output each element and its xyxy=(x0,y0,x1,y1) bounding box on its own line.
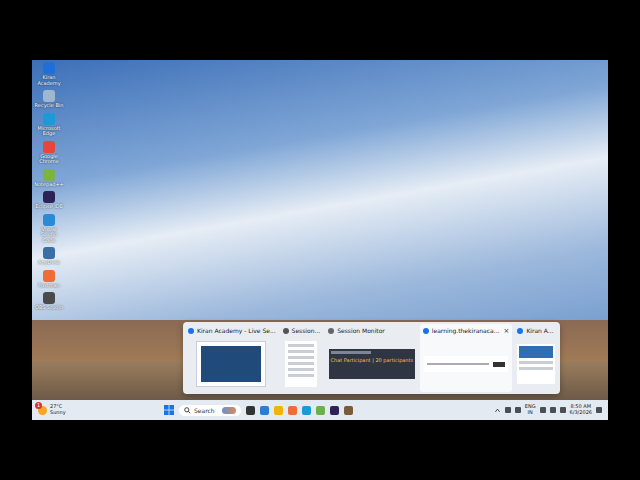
desktop-icon[interactable]: Google Chrome xyxy=(34,141,64,165)
volume-icon[interactable] xyxy=(550,407,556,413)
window-preview xyxy=(423,338,510,390)
taskbar-app-icon[interactable] xyxy=(274,406,283,415)
windows-start-icon[interactable] xyxy=(164,405,174,415)
window-thumbnail[interactable]: Session... xyxy=(280,324,324,392)
clock[interactable]: 8:50 AM6/3/2026 xyxy=(570,404,592,416)
app-icon xyxy=(43,169,55,181)
letterbox-bottom xyxy=(0,420,640,480)
network-icon[interactable] xyxy=(505,407,511,413)
desktop-icon[interactable]: Visual Studio Code xyxy=(34,214,64,244)
app-icon xyxy=(188,328,194,334)
app-icon xyxy=(43,90,55,102)
app-icon xyxy=(517,328,523,334)
taskbar-app-icon[interactable] xyxy=(344,406,353,415)
microphone-icon[interactable] xyxy=(515,407,521,413)
app-icon xyxy=(43,270,55,282)
app-icon xyxy=(43,214,55,226)
language-indicator[interactable]: ENGIN xyxy=(525,404,536,416)
taskbar-app-icon[interactable] xyxy=(302,406,311,415)
close-button[interactable]: × xyxy=(504,327,510,335)
search-box[interactable]: Search xyxy=(179,405,241,416)
app-icon xyxy=(43,247,55,259)
app-icon xyxy=(43,292,55,304)
app-icon xyxy=(328,328,334,334)
taskbar-preview-popup: Kiran Academy - Live Se... Session... Se… xyxy=(183,322,560,394)
window-thumbnail[interactable]: Session Monitor Chat Participant | 20 pa… xyxy=(325,324,418,392)
window-thumbnail[interactable]: Kiran Academy - Live Se... xyxy=(185,324,278,392)
battery-icon[interactable] xyxy=(560,407,566,413)
letterbox-top xyxy=(0,0,640,60)
window-preview: Chat Participant | 20 participants xyxy=(328,338,415,390)
desktop-icon[interactable]: Kiran Academy xyxy=(34,62,64,86)
taskbar-app-icon[interactable] xyxy=(288,406,297,415)
chevron-up-icon[interactable] xyxy=(494,407,501,414)
search-highlight-icon xyxy=(222,407,236,414)
taskbar-app-icon[interactable] xyxy=(330,406,339,415)
taskbar-app-icon[interactable] xyxy=(316,406,325,415)
taskbar-app-icon[interactable] xyxy=(260,406,269,415)
search-icon xyxy=(184,407,191,414)
window-thumbnail[interactable]: learning.thekiranaca... × xyxy=(420,324,513,392)
app-icon xyxy=(43,113,55,125)
video-frame: Kiran Academy Recycle Bin Microsoft Edge… xyxy=(0,0,640,480)
window-preview xyxy=(283,338,321,390)
weather-widget[interactable]: 1 27°CSunny xyxy=(38,404,158,416)
window-preview xyxy=(188,338,275,390)
app-icon xyxy=(423,328,429,334)
system-tray: ENGIN 8:50 AM6/3/2026 xyxy=(494,404,602,416)
desktop-icon[interactable]: Microsoft Edge xyxy=(34,113,64,137)
desktop: Kiran Academy Recycle Bin Microsoft Edge… xyxy=(32,60,608,400)
notification-icon[interactable] xyxy=(596,407,602,413)
desktop-icon[interactable]: AnyDesk xyxy=(34,247,64,266)
app-icon xyxy=(43,62,55,74)
desktop-icon[interactable]: Recycle Bin xyxy=(34,90,64,109)
taskbar-app-icon[interactable] xyxy=(246,406,255,415)
app-icon xyxy=(283,328,289,334)
desktop-icons: Kiran Academy Recycle Bin Microsoft Edge… xyxy=(34,62,64,311)
desktop-icon[interactable]: Notepad++ xyxy=(34,169,64,188)
desktop-icon[interactable]: Eclipse IDE xyxy=(34,191,64,210)
app-icon xyxy=(43,141,55,153)
wifi-icon[interactable] xyxy=(540,407,546,413)
app-icon xyxy=(43,191,55,203)
sun-icon: 1 xyxy=(38,406,47,415)
window-thumbnail[interactable]: Kiran A... xyxy=(514,324,558,392)
window-preview xyxy=(517,338,555,390)
desktop-icon[interactable]: Postman xyxy=(34,270,64,289)
desktop-icon[interactable]: OBS Studio xyxy=(34,292,64,311)
desktop-screen: Kiran Academy Recycle Bin Microsoft Edge… xyxy=(32,60,608,420)
taskbar: 1 27°CSunny Search ENGIN 8:50 AM6/3/2026 xyxy=(32,400,608,420)
